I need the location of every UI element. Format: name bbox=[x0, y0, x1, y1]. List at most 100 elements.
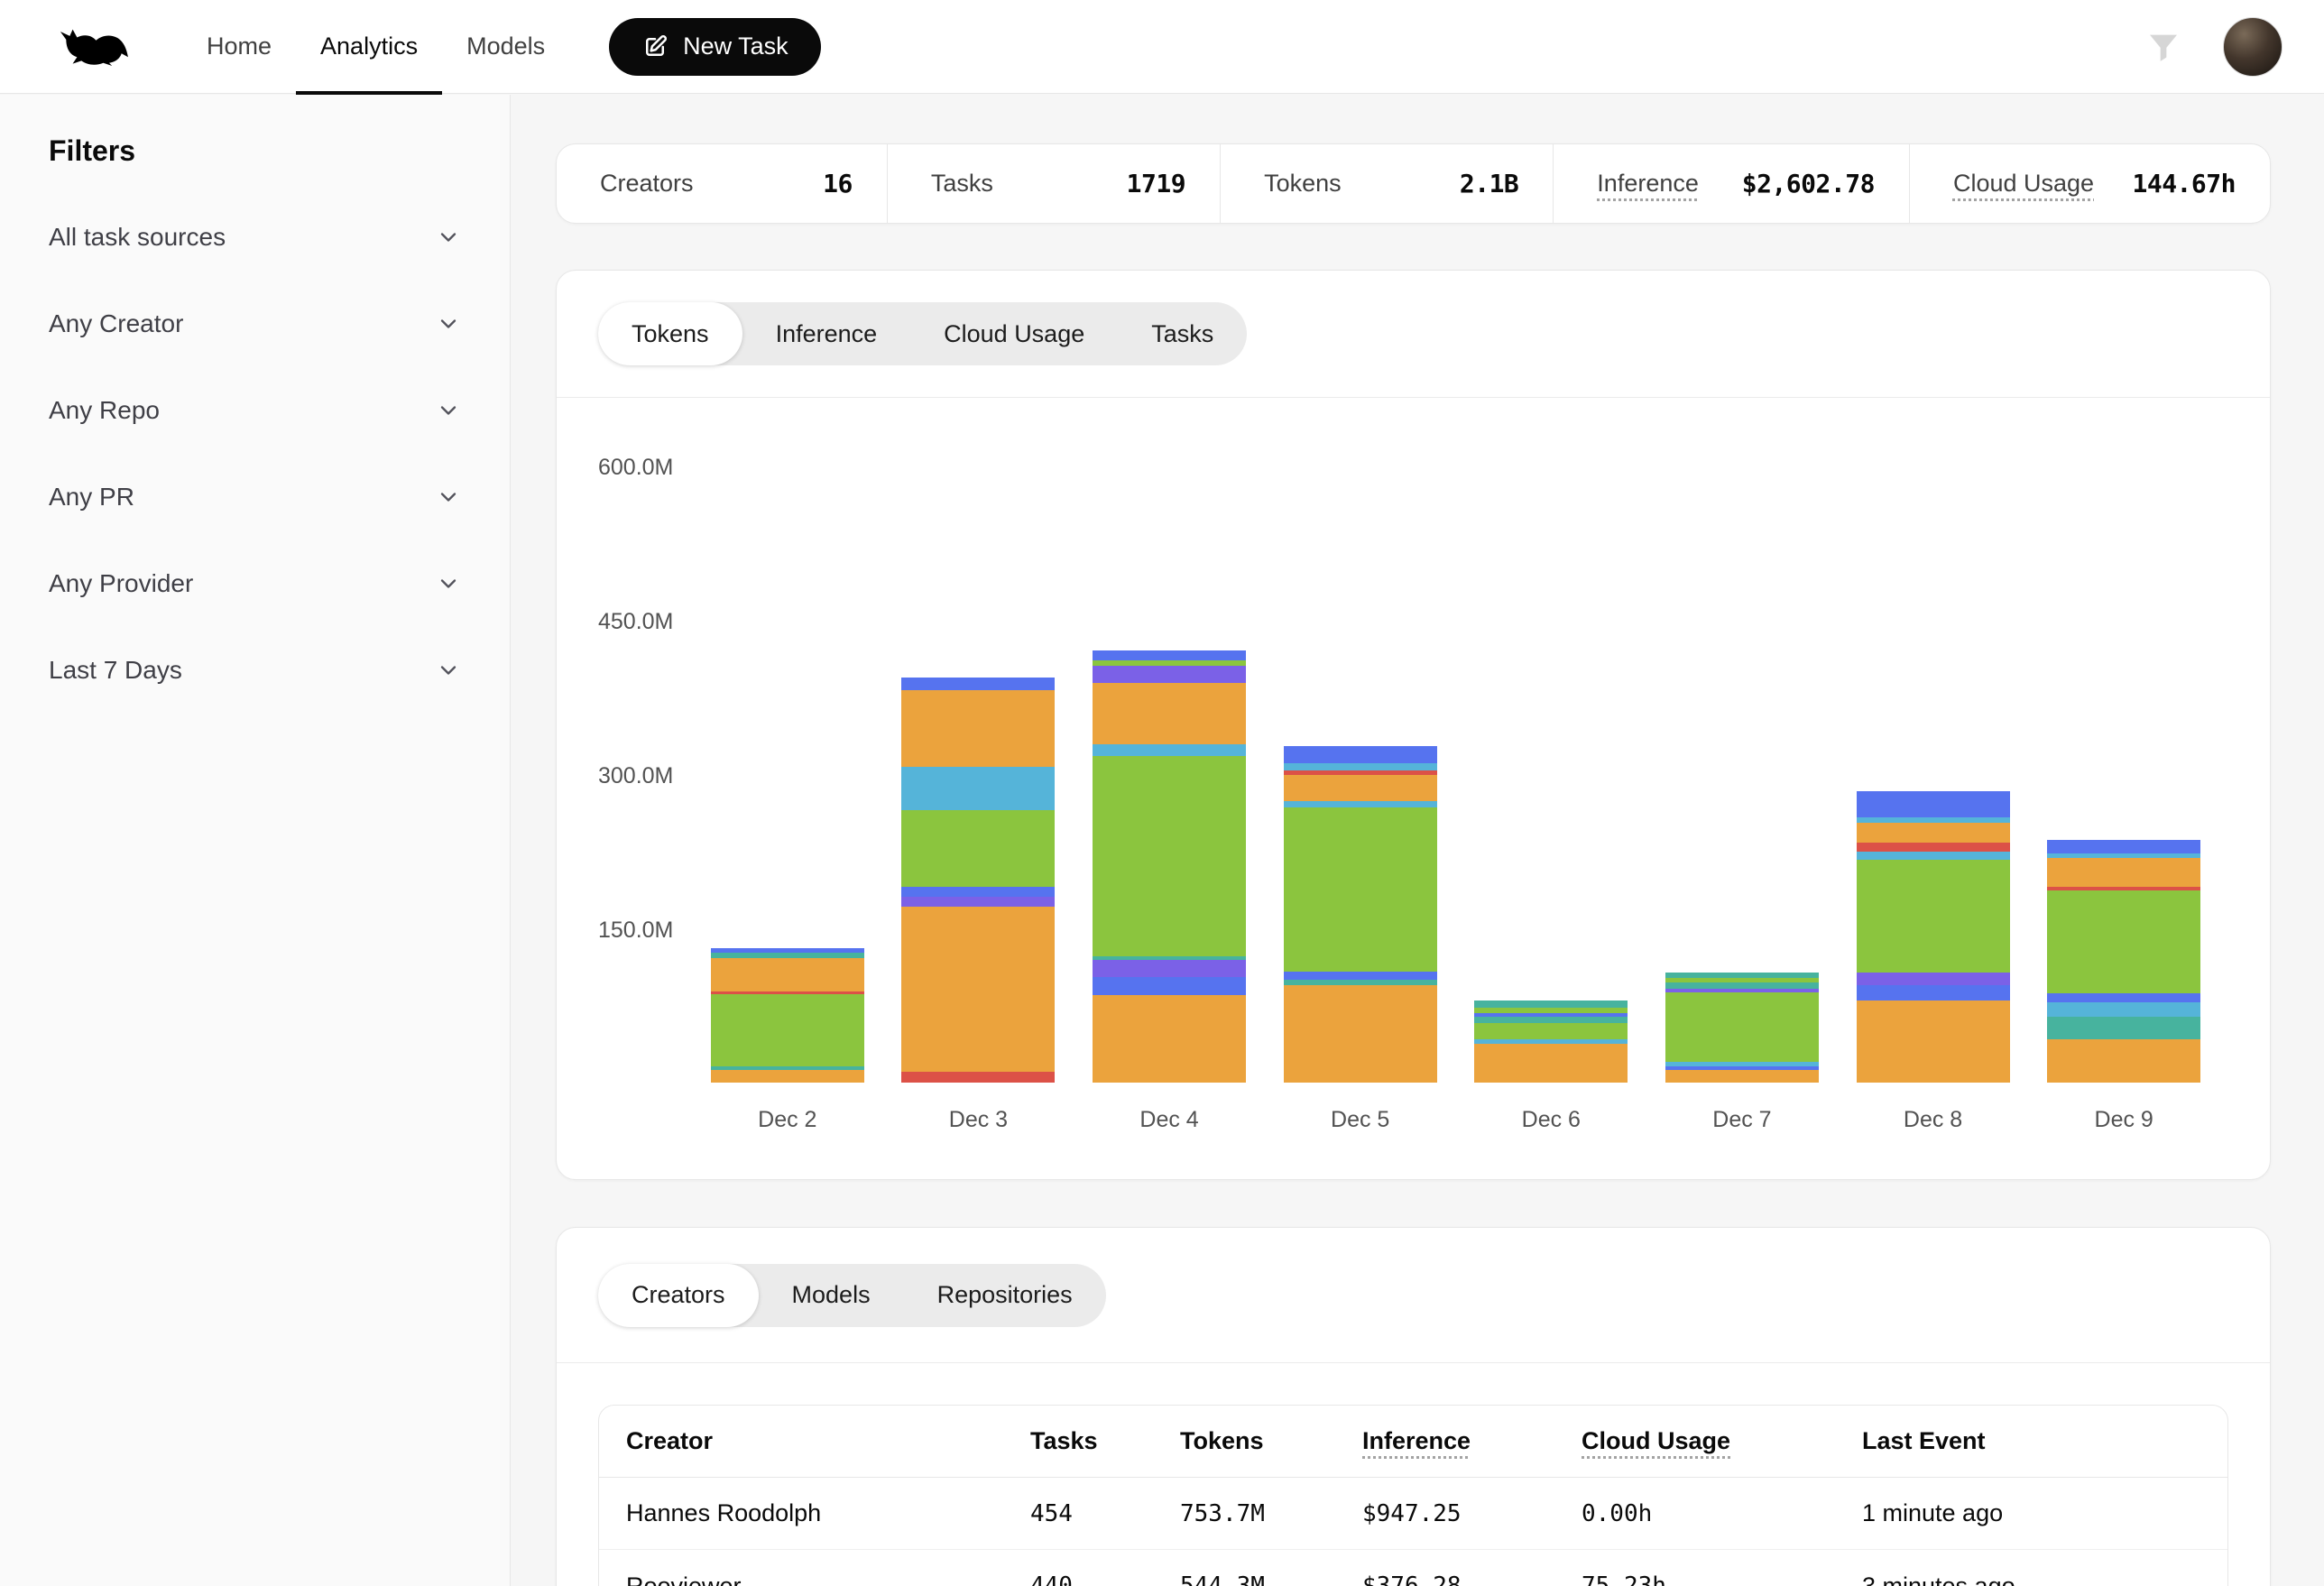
column-header-label: Creator bbox=[626, 1427, 713, 1454]
bar-segment-orange bbox=[2047, 858, 2200, 887]
kangaroo-logo-glyph bbox=[58, 28, 130, 66]
bar-segment-blue bbox=[901, 678, 1055, 690]
stat-inference: Inference$2,602.78 bbox=[1554, 144, 1910, 223]
table-tab-repositories[interactable]: Repositories bbox=[904, 1264, 1106, 1327]
summary-stats-bar: Creators16Tasks1719Tokens2.1BInference$2… bbox=[556, 143, 2271, 224]
chart-tab-cloud-usage[interactable]: Cloud Usage bbox=[910, 302, 1118, 365]
bar-segment-purple bbox=[1857, 973, 2010, 985]
bar-segment-orange bbox=[1284, 985, 1437, 1083]
filter-label: Any Repo bbox=[49, 396, 160, 425]
bar-segment-purple bbox=[1093, 960, 1246, 976]
table-row-rooviewer[interactable]: Rooviewer440544.3M$376.2875.23h3 minutes… bbox=[599, 1550, 2227, 1586]
bar-slot-dec-3 bbox=[883, 678, 1074, 1083]
bar-slot-dec-8 bbox=[1838, 791, 2029, 1083]
nav-link-home[interactable]: Home bbox=[182, 0, 296, 94]
bar-segment-teal bbox=[1474, 1000, 1628, 1008]
chart-metric-tabs: Tokens Inference Cloud Usage Tasks bbox=[598, 302, 1247, 365]
filter-label: Last 7 Days bbox=[49, 656, 182, 685]
bar-segment-orange bbox=[1284, 775, 1437, 801]
filter-all-task-sources[interactable]: All task sources bbox=[49, 194, 461, 281]
filter-list: All task sources Any Creator Any Repo Any P… bbox=[49, 194, 461, 714]
stacked-bar-dec-4[interactable] bbox=[1093, 650, 1246, 1083]
stacked-bar-dec-8[interactable] bbox=[1857, 791, 2010, 1083]
top-navbar: Home Analytics Models New Task bbox=[0, 0, 2324, 94]
bar-segment-purple bbox=[1093, 666, 1246, 682]
chart-card-header: Tokens Inference Cloud Usage Tasks bbox=[557, 271, 2270, 398]
table-row-hannes-roodolph[interactable]: Hannes Roodolph454753.7M$947.250.00h1 mi… bbox=[599, 1478, 2227, 1550]
bar-segment-blue bbox=[2047, 840, 2200, 853]
column-header-creator: Creator bbox=[626, 1427, 1030, 1455]
table-tab-models[interactable]: Models bbox=[759, 1264, 904, 1327]
filters-title: Filters bbox=[49, 134, 461, 167]
bar-segment-blue bbox=[1284, 746, 1437, 762]
cell-tokens: 753.7M bbox=[1180, 1500, 1362, 1527]
x-axis-label: Dec 5 bbox=[1265, 1107, 1456, 1133]
stacked-bar-dec-6[interactable] bbox=[1474, 1000, 1628, 1083]
nav-links: Home Analytics Models bbox=[182, 0, 569, 94]
main-content: Creators16Tasks1719Tokens2.1BInference$2… bbox=[512, 95, 2324, 1586]
bar-segment-orange bbox=[711, 958, 864, 991]
stat-label-creators: Creators bbox=[600, 170, 694, 198]
new-task-button[interactable]: New Task bbox=[609, 18, 821, 76]
nav-link-label: Home bbox=[207, 32, 272, 60]
x-axis-labels: Dec 2Dec 3Dec 4Dec 5Dec 6Dec 7Dec 8Dec 9 bbox=[692, 1107, 2219, 1133]
column-header-cloud-usage[interactable]: Cloud Usage bbox=[1582, 1427, 1862, 1455]
stacked-bar-dec-9[interactable] bbox=[2047, 840, 2200, 1083]
cell-last_event: 1 minute ago bbox=[1862, 1499, 2227, 1527]
x-axis-label: Dec 4 bbox=[1074, 1107, 1265, 1133]
x-axis-label: Dec 2 bbox=[692, 1107, 883, 1133]
stat-label-inference[interactable]: Inference bbox=[1597, 170, 1699, 198]
bar-slot-dec-4 bbox=[1074, 650, 1265, 1083]
chart-tab-tasks[interactable]: Tasks bbox=[1118, 302, 1247, 365]
bar-segment-sky bbox=[1284, 801, 1437, 807]
tab-label: Models bbox=[792, 1281, 871, 1309]
edit-pencil-icon bbox=[641, 33, 669, 60]
cell-tasks: 454 bbox=[1030, 1500, 1180, 1527]
nav-link-label: Analytics bbox=[320, 32, 418, 60]
stacked-bar-dec-5[interactable] bbox=[1284, 746, 1437, 1083]
funnel-filter-icon[interactable] bbox=[2145, 29, 2181, 65]
column-header-label: Last Event bbox=[1862, 1427, 1986, 1454]
bar-segment-orange bbox=[1474, 1044, 1628, 1083]
bar-segment-blue bbox=[1284, 972, 1437, 980]
bar-segment-orange bbox=[1665, 1070, 1819, 1083]
chart-tab-tokens[interactable]: Tokens bbox=[598, 302, 742, 365]
stat-value-creators: 16 bbox=[823, 169, 853, 198]
filter-any-provider[interactable]: Any Provider bbox=[49, 540, 461, 627]
bar-segment-green bbox=[901, 810, 1055, 888]
bar-segment-teal bbox=[1474, 1017, 1628, 1023]
column-header-label: Cloud Usage bbox=[1582, 1427, 1730, 1454]
filter-any-creator[interactable]: Any Creator bbox=[49, 281, 461, 367]
y-tick-label: 600.0M bbox=[598, 454, 697, 481]
column-header-label: Inference bbox=[1362, 1427, 1471, 1454]
user-avatar[interactable] bbox=[2223, 17, 2282, 77]
tab-label: Tasks bbox=[1151, 320, 1213, 348]
nav-link-models[interactable]: Models bbox=[442, 0, 569, 94]
stacked-bar-dec-7[interactable] bbox=[1665, 973, 1819, 1083]
stacked-bar-dec-2[interactable] bbox=[711, 948, 864, 1083]
filter-last-7-days[interactable]: Last 7 Days bbox=[49, 627, 461, 714]
table-tab-creators[interactable]: Creators bbox=[598, 1264, 759, 1327]
filter-any-repo[interactable]: Any Repo bbox=[49, 367, 461, 454]
bar-segment-teal bbox=[1665, 982, 1819, 989]
stacked-bar-dec-3[interactable] bbox=[901, 678, 1055, 1083]
nav-link-label: Models bbox=[466, 32, 545, 60]
column-header-inference[interactable]: Inference bbox=[1362, 1427, 1582, 1455]
chevron-down-icon bbox=[436, 484, 461, 510]
bar-segment-orange bbox=[1857, 1000, 2010, 1083]
tab-label: Inference bbox=[776, 320, 878, 348]
chevron-down-icon bbox=[436, 311, 461, 337]
chevron-down-icon bbox=[436, 225, 461, 250]
chart-tab-inference[interactable]: Inference bbox=[742, 302, 911, 365]
filter-label: Any Creator bbox=[49, 309, 183, 338]
nav-link-analytics[interactable]: Analytics bbox=[296, 0, 442, 94]
column-header-last-event: Last Event bbox=[1862, 1427, 2227, 1455]
stat-label-cloud-usage[interactable]: Cloud Usage bbox=[1953, 170, 2094, 198]
filter-any-pr[interactable]: Any PR bbox=[49, 454, 461, 540]
bar-segment-orange bbox=[711, 1070, 864, 1083]
tab-label: Creators bbox=[632, 1281, 725, 1309]
bar-segment-blue bbox=[901, 887, 1055, 896]
kangaroo-logo-icon[interactable] bbox=[58, 26, 130, 68]
bar-segment-green bbox=[1093, 660, 1246, 667]
bar-segment-blue bbox=[1857, 985, 2010, 1000]
